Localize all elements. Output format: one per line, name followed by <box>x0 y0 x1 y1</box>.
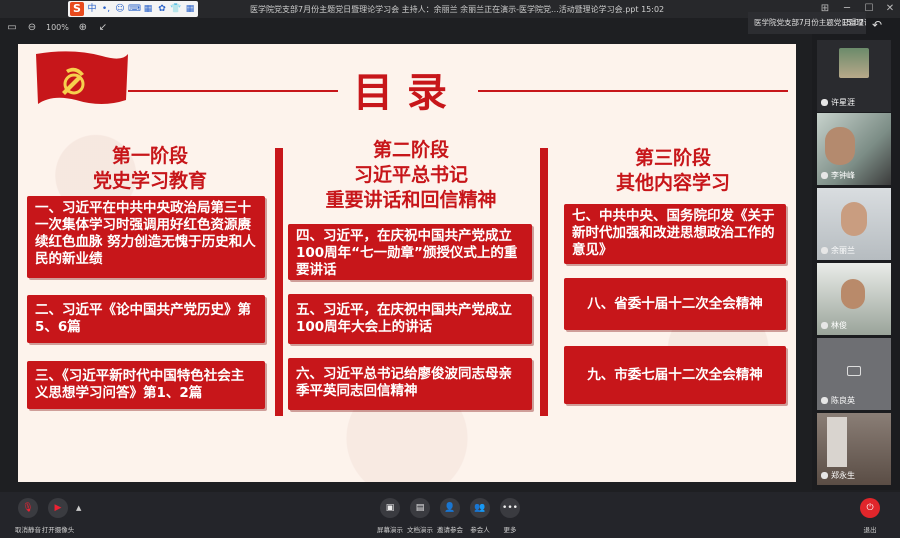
agenda-item-9: 九、市委七届十二次全会精神 <box>564 346 786 404</box>
start-camera-button[interactable]: ▶ 打开摄像头 <box>38 498 78 534</box>
back-icon[interactable]: ↶ <box>872 18 882 32</box>
participant-tile[interactable]: 李钟峰 <box>817 113 891 185</box>
stage-1-subtitle: 党史学习教育 <box>92 170 207 192</box>
participant-name: 陈良英 <box>821 395 855 406</box>
video-feed <box>841 279 865 309</box>
screen-share-icon: ▣ <box>380 498 400 518</box>
leave-label: 退出 <box>863 526 877 534</box>
more-label: 更多 <box>503 526 517 534</box>
camera-off-icon <box>847 366 861 376</box>
stage-3-title: 第三阶段 <box>634 147 711 169</box>
ime-emoji-icon[interactable]: ☺ <box>114 2 126 16</box>
collapse-icon[interactable]: ↙ <box>97 22 109 33</box>
view-toolbar: ▭ ⊖ 100% ⊕ ↙ <box>0 18 812 36</box>
camera-options-caret-icon[interactable]: ▲ <box>76 504 81 512</box>
stage-2-subtitle-1: 习近平总书记 <box>353 164 468 186</box>
participant-name: 林俊 <box>821 320 847 331</box>
ime-menu-icon[interactable]: ▦ <box>184 2 196 16</box>
presentation-slide: 目录 第一阶段 党史学习教育 一、习近平在中共中央政治局第三十一次集体学习时强调… <box>18 44 796 482</box>
leave-meeting-button[interactable]: ⏻ 退出 <box>850 498 890 534</box>
sidebar-toggle-icon[interactable]: ▭ <box>6 22 18 33</box>
ime-grid-icon[interactable]: ▦ <box>142 2 154 16</box>
power-icon: ⏻ <box>860 498 880 518</box>
column-divider-1 <box>275 148 283 416</box>
participant-tile[interactable]: 许星涯 <box>817 40 891 112</box>
ime-shirt-icon[interactable]: 👕 <box>170 2 182 16</box>
camera-off-icon: ▶ <box>48 498 68 518</box>
ime-keyboard-icon[interactable]: ⌨ <box>128 2 141 16</box>
agenda-item-6: 六、习近平总书记给廖俊波同志母亲季平英同志回信精神 <box>288 358 532 410</box>
mic-muted-icon: 🎙 <box>18 498 38 518</box>
ime-toolbar[interactable]: S 中 •, ☺ ⌨ ▦ ✿ 👕 ▦ <box>68 1 198 17</box>
more-button[interactable]: ••• 更多 <box>490 498 530 534</box>
stage-2-title: 第二阶段 <box>372 139 449 161</box>
zoom-out-icon[interactable]: ⊖ <box>26 22 38 33</box>
mic-icon <box>821 99 828 106</box>
add-user-icon: 👤 <box>440 498 460 518</box>
participant-tile[interactable]: 陈良英 <box>817 338 891 410</box>
video-feed <box>827 417 847 467</box>
slide-title: 目录 <box>353 70 461 116</box>
stage-3-subtitle: 其他内容学习 <box>615 172 730 194</box>
sogou-logo-icon[interactable]: S <box>70 2 84 16</box>
participant-tile[interactable]: 林俊 <box>817 263 891 335</box>
participant-tile[interactable]: 余丽兰 <box>817 188 891 260</box>
participant-name: 郑永生 <box>821 470 855 481</box>
stage-3-heading: 第三阶段 其他内容学习 <box>548 146 796 196</box>
stage-2-heading: 第二阶段 习近平总书记 重要讲话和回信精神 <box>286 138 536 213</box>
participant-tile[interactable]: 郑永生 <box>817 413 891 485</box>
stage-1-title: 第一阶段 <box>111 145 188 167</box>
participant-name: 余丽兰 <box>821 245 855 256</box>
participant-name: 李钟峰 <box>821 170 855 181</box>
agenda-item-1: 一、习近平在中共中央政治局第三十一次集体学习时强调用好红色资源赓续红色血脉 努力… <box>27 196 265 278</box>
zoom-level: 100% <box>46 22 69 32</box>
agenda-item-4: 四、习近平，在庆祝中国共产党成立100周年“七一勋章”颁授仪式上的重要讲话 <box>288 224 532 280</box>
agenda-item-8: 八、省委十届十二次全会精神 <box>564 278 786 330</box>
close-icon[interactable]: ✕ <box>883 2 897 16</box>
start-camera-label: 打开摄像头 <box>41 526 75 534</box>
zoom-in-icon[interactable]: ⊕ <box>77 22 89 33</box>
meeting-time: 15:02 <box>842 18 864 27</box>
mic-icon <box>821 472 828 479</box>
folder-icon: ▤ <box>410 498 430 518</box>
more-icon: ••• <box>500 498 520 518</box>
participants-icon: 👥 <box>470 498 490 518</box>
meeting-controls: 🎙 取消静音 ▶ 打开摄像头 ▲ ▣ 屏幕演示 ▤ 文档演示 👤 邀请参会 👥 … <box>0 492 900 538</box>
agenda-item-5: 五、习近平，在庆祝中国共产党成立100周年大会上的讲话 <box>288 294 532 344</box>
video-feed <box>841 202 867 236</box>
agenda-item-3: 三、《习近平新时代中国特色社会主义思想学习问答》第1、2篇 <box>27 361 265 409</box>
agenda-item-7: 七、中共中央、国务院印发《关于新时代加强和改进思想政治工作的意见》 <box>564 204 786 264</box>
ime-punctuation-icon[interactable]: •, <box>100 2 112 16</box>
agenda-item-2: 二、习近平《论中国共产党历史》第5、6篇 <box>27 295 265 343</box>
mic-icon <box>821 247 828 254</box>
participant-name: 许星涯 <box>821 97 855 108</box>
meeting-window: S 中 •, ☺ ⌨ ▦ ✿ 👕 ▦ 医学院党支部7月份主题党日暨理论学习会 主… <box>0 0 900 538</box>
window-title: 医学院党支部7月份主题党日暨理论学习会 主持人：余丽兰 余丽兰正在演示-医学院党… <box>250 5 665 14</box>
video-feed <box>825 127 855 165</box>
stage-2-subtitle-2: 重要讲话和回信精神 <box>325 189 497 211</box>
mic-icon <box>821 397 828 404</box>
mic-icon <box>821 322 828 329</box>
mic-icon <box>821 172 828 179</box>
column-divider-2 <box>540 148 548 416</box>
stage-1-heading: 第一阶段 党史学习教育 <box>25 144 275 194</box>
avatar <box>839 48 869 78</box>
ime-chinese-mode[interactable]: 中 <box>86 2 98 16</box>
ime-skin-icon[interactable]: ✿ <box>156 2 168 16</box>
